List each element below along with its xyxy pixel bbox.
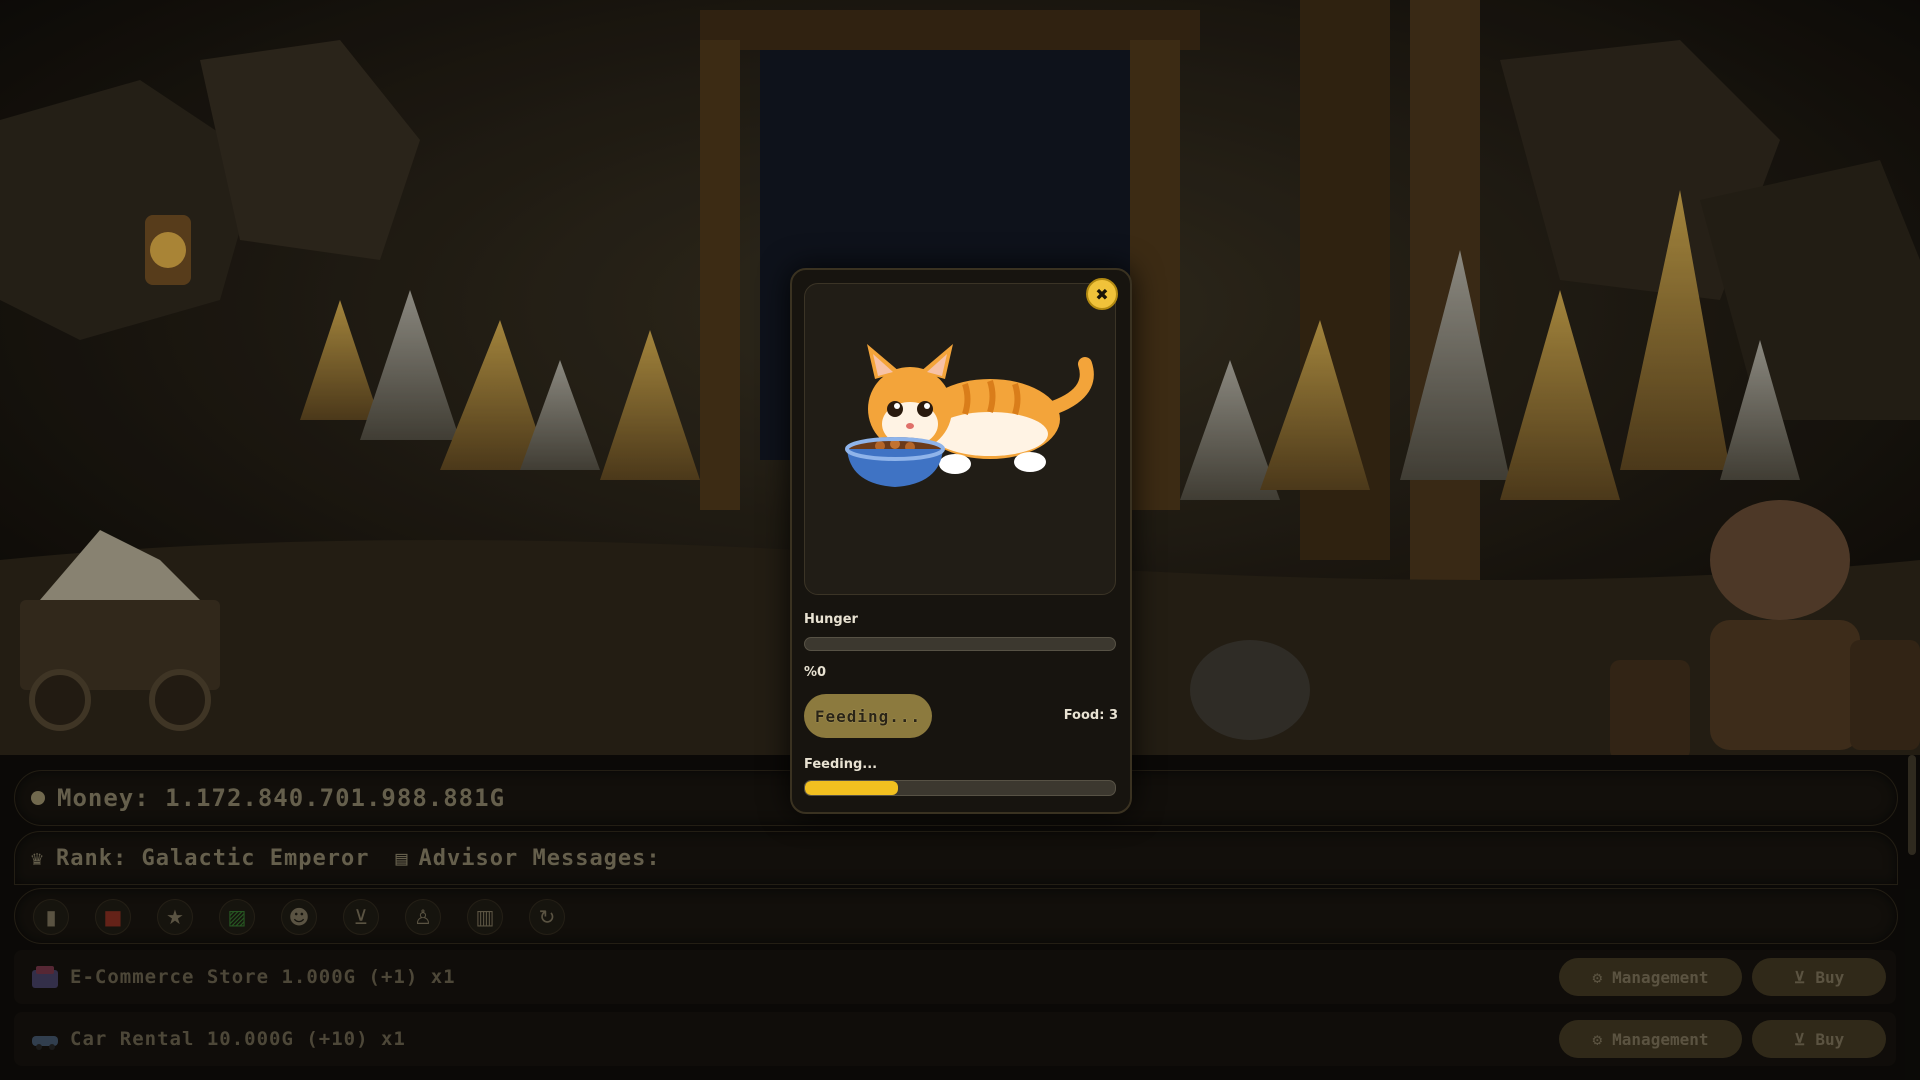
feeding-progress-bar [804,780,1116,796]
close-icon: ✖ [1095,284,1109,304]
cat-eating-image [845,344,1094,487]
hunger-label: Hunger [804,612,858,627]
pet-image-frame [804,283,1116,595]
close-button[interactable]: ✖ [1086,278,1118,310]
hunger-bar [804,637,1116,651]
feed-button[interactable]: Feeding... [804,694,932,738]
feeding-progress-fill [805,781,898,795]
pet-feeding-modal: ✖ Hunger %0 Feeding... Food: 3 Feeding..… [790,268,1132,814]
hunger-value: %0 [804,665,827,680]
feeding-progress-label: Feeding... [804,757,878,772]
food-count: Food: 3 [1063,708,1118,723]
